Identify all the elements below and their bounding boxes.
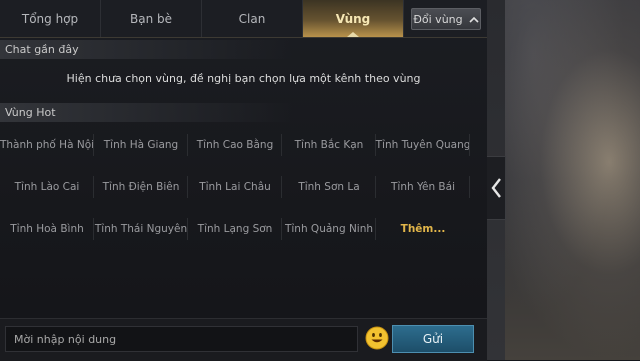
region-item[interactable]: Thành phố Hà Nội xyxy=(0,124,94,166)
change-region-label: Đổi vùng xyxy=(413,12,463,26)
tab-label: Vùng xyxy=(335,11,371,26)
send-button[interactable]: Gửi xyxy=(392,325,474,353)
tab-label: Clan xyxy=(238,11,266,26)
no-region-notice: Hiện chưa chọn vùng, đề nghị bạn chọn lự… xyxy=(66,72,421,85)
region-item[interactable]: Tỉnh Cao Bằng xyxy=(188,124,282,166)
game-background xyxy=(487,0,640,360)
region-item[interactable]: Tỉnh Lạng Sơn xyxy=(188,208,282,250)
region-item[interactable]: Tỉnh Sơn La xyxy=(282,166,376,208)
region-item[interactable]: Tỉnh Lai Châu xyxy=(188,166,282,208)
recent-chat-heading: Chat gần đây xyxy=(0,40,487,59)
tab-general[interactable]: Tổng hợp xyxy=(0,0,101,37)
tab-label: Tổng hợp xyxy=(21,11,79,26)
tab-region[interactable]: Vùng xyxy=(303,0,404,37)
more-regions-link[interactable]: Thêm... xyxy=(376,208,470,250)
tab-clan[interactable]: Clan xyxy=(202,0,303,37)
hot-regions-grid: Thành phố Hà Nội Tỉnh Hà Giang Tỉnh Cao … xyxy=(0,124,470,249)
region-item[interactable]: Tỉnh Thái Nguyên xyxy=(94,208,188,250)
tab-friends[interactable]: Bạn bè xyxy=(101,0,202,37)
region-item[interactable]: Tỉnh Tuyên Quang xyxy=(376,124,470,166)
region-item[interactable]: Tỉnh Yên Bái xyxy=(376,166,470,208)
smiley-icon[interactable] xyxy=(365,326,389,350)
chevron-up-icon xyxy=(469,16,479,23)
region-item[interactable]: Tỉnh Quảng Ninh xyxy=(282,208,376,250)
region-item[interactable]: Tỉnh Điện Biên xyxy=(94,166,188,208)
region-item[interactable]: Tỉnh Hà Giang xyxy=(94,124,188,166)
region-item[interactable]: Tỉnh Lào Cai xyxy=(0,166,94,208)
region-item[interactable]: Tỉnh Hoà Bình xyxy=(0,208,94,250)
tab-label: Bạn bè xyxy=(129,11,172,26)
hot-regions-heading: Vùng Hot xyxy=(0,103,487,122)
change-region-button[interactable]: Đổi vùng xyxy=(411,8,481,30)
message-input[interactable] xyxy=(5,326,358,352)
active-tab-indicator xyxy=(347,32,359,37)
region-item[interactable]: Tỉnh Bắc Kạn xyxy=(282,124,376,166)
chevron-left-icon xyxy=(491,178,501,198)
collapse-panel-button[interactable] xyxy=(487,156,506,220)
